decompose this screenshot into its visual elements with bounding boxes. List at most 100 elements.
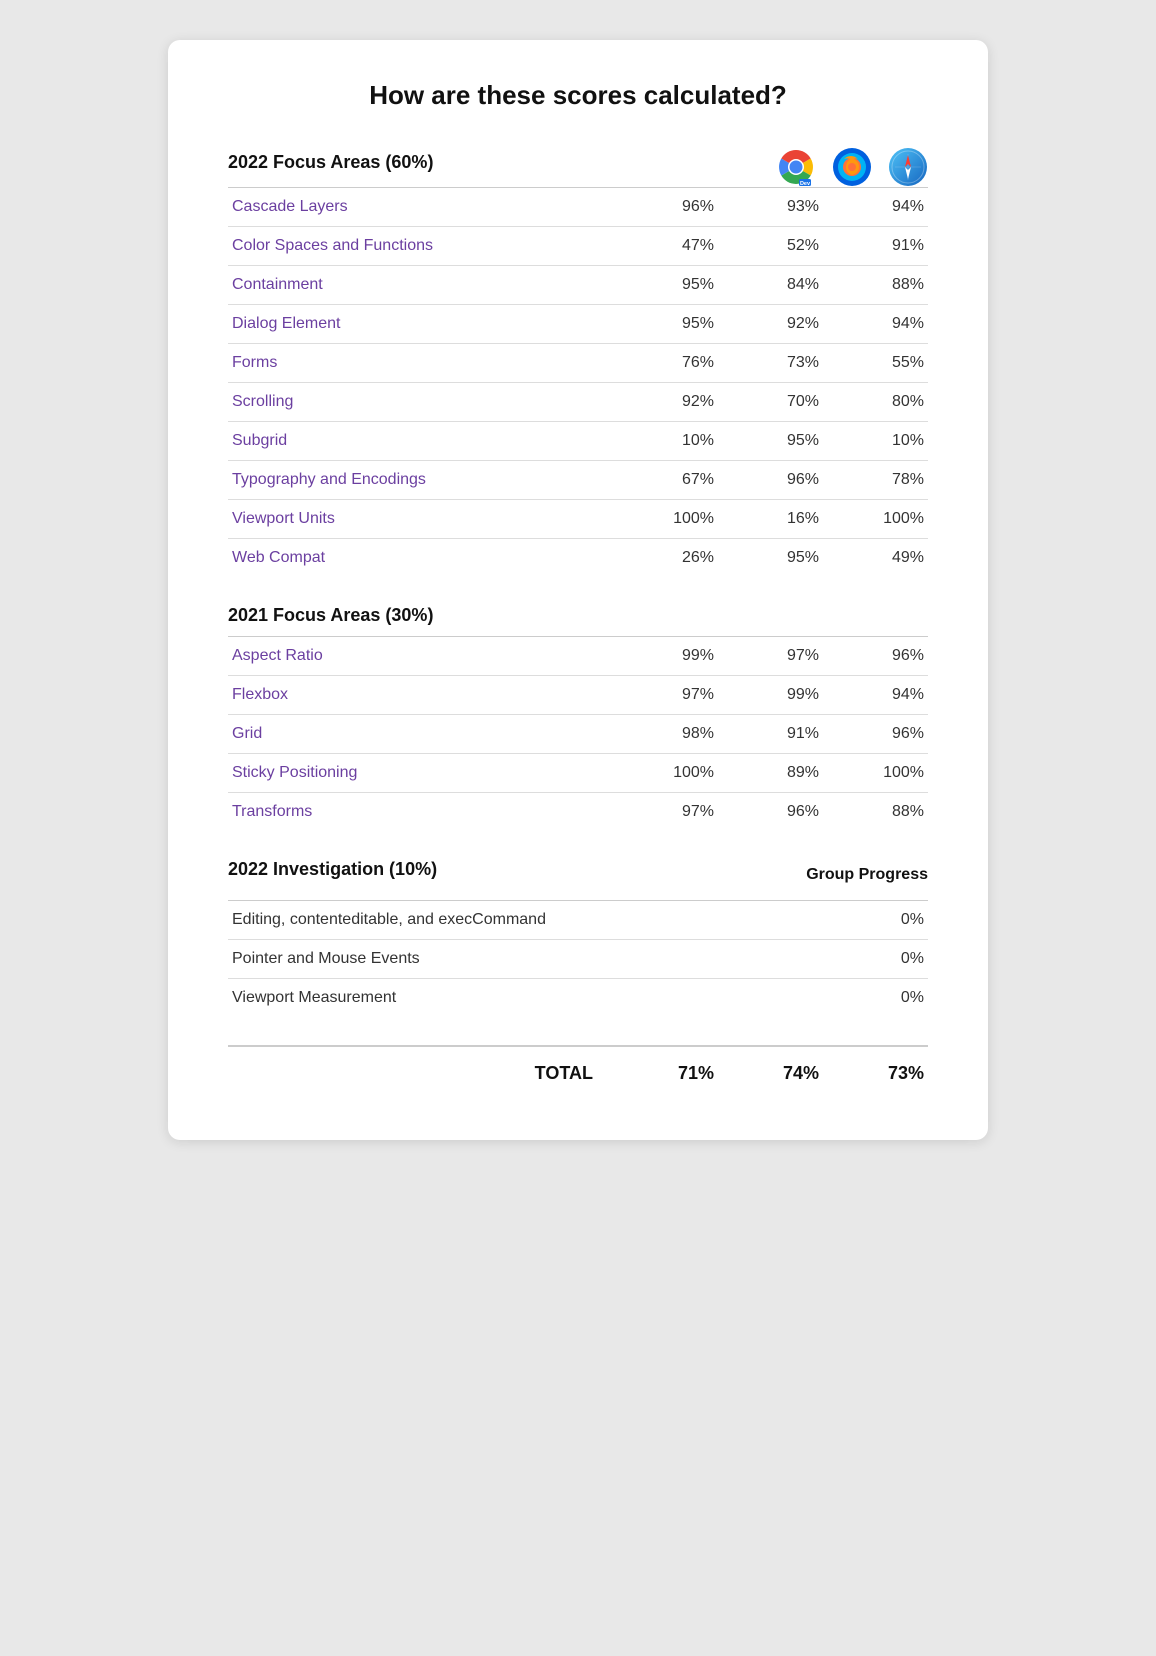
total-safari: 73% — [823, 1046, 928, 1090]
row-chrome: 10% — [613, 422, 718, 461]
row-safari: 96% — [823, 637, 928, 676]
row-chrome: 47% — [613, 227, 718, 266]
investigation-header-row: 2022 Investigation (10%) Group Progress — [228, 859, 928, 900]
row-label: Editing, contenteditable, and execComman… — [228, 901, 778, 940]
table-row: Subgrid 10% 95% 10% — [228, 422, 928, 461]
row-chrome: 100% — [613, 754, 718, 793]
section-investigation: 2022 Investigation (10%) Group Progress … — [228, 859, 928, 1017]
row-label[interactable]: Containment — [228, 266, 613, 305]
row-firefox: 95% — [718, 422, 823, 461]
row-label[interactable]: Transforms — [228, 793, 613, 832]
table-row: Forms 76% 73% 55% — [228, 344, 928, 383]
table-row: Viewport Units 100% 16% 100% — [228, 500, 928, 539]
investigation-label: 2022 Investigation (10%) — [228, 859, 437, 890]
row-safari: 91% — [823, 227, 928, 266]
row-label[interactable]: Scrolling — [228, 383, 613, 422]
table-row: Web Compat 26% 95% 49% — [228, 539, 928, 578]
row-chrome: 100% — [613, 500, 718, 539]
section-2021-label: 2021 Focus Areas (30%) — [228, 605, 928, 636]
row-firefox: 93% — [718, 188, 823, 227]
row-value: 0% — [778, 901, 928, 940]
row-safari: 100% — [823, 500, 928, 539]
row-firefox: 16% — [718, 500, 823, 539]
row-firefox: 95% — [718, 539, 823, 578]
total-row: TOTAL 71% 74% 73% — [228, 1046, 928, 1090]
table-row: Color Spaces and Functions 47% 52% 91% — [228, 227, 928, 266]
row-safari: 49% — [823, 539, 928, 578]
table-investigation: Editing, contenteditable, and execComman… — [228, 901, 928, 1017]
table-row: Grid 98% 91% 96% — [228, 715, 928, 754]
group-progress-label: Group Progress — [806, 866, 928, 884]
table-row: Dialog Element 95% 92% 94% — [228, 305, 928, 344]
table-row: Sticky Positioning 100% 89% 100% — [228, 754, 928, 793]
row-label[interactable]: Web Compat — [228, 539, 613, 578]
table-2021: Aspect Ratio 99% 97% 96% Flexbox 97% 99%… — [228, 637, 928, 831]
row-firefox: 70% — [718, 383, 823, 422]
row-value: 0% — [778, 979, 928, 1018]
row-safari: 88% — [823, 793, 928, 832]
total-chrome: 71% — [613, 1046, 718, 1090]
row-safari: 96% — [823, 715, 928, 754]
row-chrome: 97% — [613, 676, 718, 715]
row-firefox: 97% — [718, 637, 823, 676]
total-label: TOTAL — [228, 1046, 613, 1090]
row-label[interactable]: Color Spaces and Functions — [228, 227, 613, 266]
row-label: Pointer and Mouse Events — [228, 940, 778, 979]
table-row: Pointer and Mouse Events 0% — [228, 940, 928, 979]
safari-icon — [888, 147, 928, 187]
section-2021: 2021 Focus Areas (30%) Aspect Ratio 99% … — [228, 605, 928, 831]
svg-text:Dev: Dev — [800, 181, 811, 186]
row-firefox: 96% — [718, 793, 823, 832]
row-label[interactable]: Forms — [228, 344, 613, 383]
section-2022-label: 2022 Focus Areas (60%) — [228, 152, 433, 183]
row-safari: 100% — [823, 754, 928, 793]
row-chrome: 76% — [613, 344, 718, 383]
table-row: Cascade Layers 96% 93% 94% — [228, 188, 928, 227]
page-title: How are these scores calculated? — [228, 80, 928, 111]
row-firefox: 99% — [718, 676, 823, 715]
chrome-dev-icon: Dev Dev — [776, 147, 816, 187]
section-2022-header-row: 2022 Focus Areas (60%) Dev — [228, 147, 928, 187]
table-row: Editing, contenteditable, and execComman… — [228, 901, 928, 940]
row-chrome: 92% — [613, 383, 718, 422]
table-row: Scrolling 92% 70% 80% — [228, 383, 928, 422]
row-label[interactable]: Cascade Layers — [228, 188, 613, 227]
row-safari: 80% — [823, 383, 928, 422]
table-row: Containment 95% 84% 88% — [228, 266, 928, 305]
row-label: Viewport Measurement — [228, 979, 778, 1018]
firefox-icon — [832, 147, 872, 187]
row-firefox: 89% — [718, 754, 823, 793]
row-label[interactable]: Aspect Ratio — [228, 637, 613, 676]
row-safari: 88% — [823, 266, 928, 305]
row-chrome: 99% — [613, 637, 718, 676]
table-row: Transforms 97% 96% 88% — [228, 793, 928, 832]
row-label[interactable]: Dialog Element — [228, 305, 613, 344]
table-row: Typography and Encodings 67% 96% 78% — [228, 461, 928, 500]
row-firefox: 52% — [718, 227, 823, 266]
row-label[interactable]: Typography and Encodings — [228, 461, 613, 500]
row-chrome: 98% — [613, 715, 718, 754]
row-safari: 55% — [823, 344, 928, 383]
row-firefox: 84% — [718, 266, 823, 305]
row-firefox: 91% — [718, 715, 823, 754]
table-row: Aspect Ratio 99% 97% 96% — [228, 637, 928, 676]
table-2022: Cascade Layers 96% 93% 94% Color Spaces … — [228, 188, 928, 577]
row-safari: 10% — [823, 422, 928, 461]
row-label[interactable]: Flexbox — [228, 676, 613, 715]
section-2022: 2022 Focus Areas (60%) Dev — [228, 147, 928, 577]
total-firefox: 74% — [718, 1046, 823, 1090]
row-value: 0% — [778, 940, 928, 979]
row-firefox: 92% — [718, 305, 823, 344]
row-chrome: 96% — [613, 188, 718, 227]
row-safari: 78% — [823, 461, 928, 500]
table-row: Flexbox 97% 99% 94% — [228, 676, 928, 715]
row-label[interactable]: Viewport Units — [228, 500, 613, 539]
row-label[interactable]: Subgrid — [228, 422, 613, 461]
row-label[interactable]: Sticky Positioning — [228, 754, 613, 793]
row-safari: 94% — [823, 676, 928, 715]
row-safari: 94% — [823, 305, 928, 344]
table-row: Viewport Measurement 0% — [228, 979, 928, 1018]
row-chrome: 95% — [613, 266, 718, 305]
row-chrome: 26% — [613, 539, 718, 578]
row-label[interactable]: Grid — [228, 715, 613, 754]
